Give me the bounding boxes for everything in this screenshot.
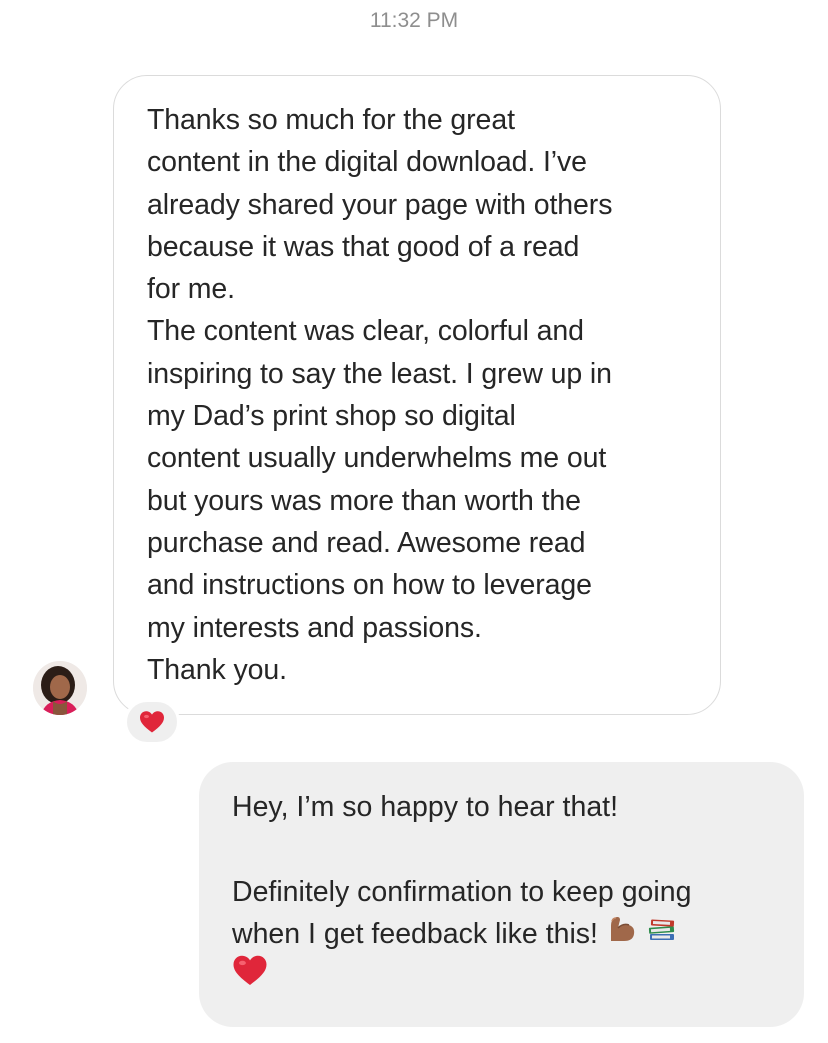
- sent-message-line: Hey, I’m so happy to hear that!: [232, 791, 619, 823]
- received-message-text: Thanks so much for the great content in …: [147, 104, 613, 686]
- books-icon: [646, 912, 678, 956]
- sent-message-line-emoji: [232, 955, 784, 997]
- sender-avatar[interactable]: [33, 661, 87, 715]
- received-message-bubble[interactable]: Thanks so much for the great content in …: [113, 75, 721, 715]
- sent-message-line-with-emojis: when I get feedback like this!: [232, 913, 784, 955]
- flexed-biceps-icon: [606, 912, 638, 956]
- sent-message-bubble[interactable]: Hey, I’m so happy to hear that! Definite…: [199, 762, 804, 1027]
- sent-message-line: Definitely confirmation to keep going: [232, 875, 692, 908]
- avatar-photo: [33, 661, 87, 715]
- heart-icon: [232, 954, 268, 999]
- sent-message-text: when I get feedback like this!: [232, 917, 598, 950]
- sent-message-spacer: [232, 828, 784, 870]
- message-timestamp: 11:32 PM: [369, 9, 459, 32]
- message-reaction[interactable]: [124, 699, 180, 745]
- heart-icon: [140, 711, 164, 733]
